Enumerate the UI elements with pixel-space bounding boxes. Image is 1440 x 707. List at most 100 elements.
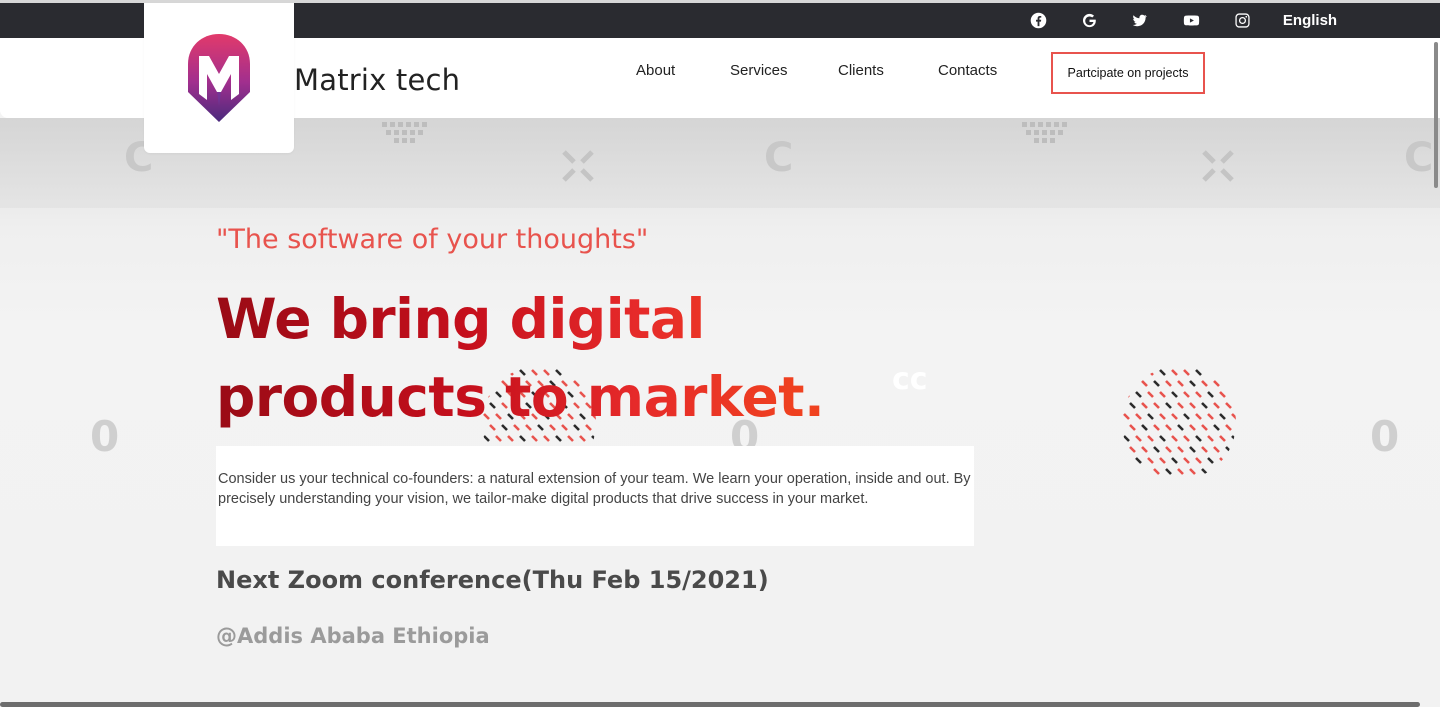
dash-mark bbox=[1183, 457, 1190, 464]
dash-mark bbox=[1135, 457, 1142, 464]
dash-mark bbox=[1165, 424, 1172, 431]
nav-services[interactable]: Services bbox=[730, 62, 788, 79]
dash-mark bbox=[1183, 369, 1190, 376]
horizontal-scrollbar[interactable] bbox=[0, 702, 1420, 707]
dash-mark bbox=[1195, 457, 1202, 464]
dash-mark bbox=[1207, 435, 1214, 442]
dash-mark bbox=[1153, 424, 1160, 431]
dash-mark bbox=[1177, 446, 1184, 453]
dash-mark bbox=[1123, 435, 1130, 442]
dash-mark bbox=[483, 435, 490, 442]
google-icon[interactable] bbox=[1074, 3, 1104, 38]
dash-mark bbox=[1201, 402, 1208, 409]
dash-mark bbox=[1147, 457, 1154, 464]
dash-mark bbox=[1213, 380, 1220, 387]
dash-mark bbox=[1171, 413, 1178, 420]
dash-mark bbox=[1189, 468, 1196, 475]
vertical-scrollbar[interactable] bbox=[1434, 42, 1438, 188]
brand-name[interactable]: Matrix tech bbox=[294, 63, 460, 97]
dash-mark bbox=[1165, 468, 1172, 475]
dash-mark bbox=[1207, 457, 1214, 464]
dash-mark bbox=[1129, 402, 1136, 409]
dash-mark bbox=[1123, 413, 1130, 420]
location-text: @Addis Ababa Ethiopia bbox=[216, 624, 490, 648]
dash-mark bbox=[1183, 435, 1190, 442]
dash-mark bbox=[1201, 446, 1208, 453]
dash-mark bbox=[1159, 413, 1166, 420]
dash-mark bbox=[1171, 457, 1178, 464]
dash-mark bbox=[1171, 435, 1178, 442]
dash-mark bbox=[1129, 424, 1136, 431]
dash-mark bbox=[1225, 402, 1232, 409]
ghost-pixel-triangle bbox=[380, 120, 430, 153]
nav-about[interactable]: About bbox=[636, 62, 675, 79]
dash-mark bbox=[1141, 424, 1148, 431]
dash-mark bbox=[1219, 435, 1226, 442]
dash-mark bbox=[1189, 402, 1196, 409]
nav-contacts[interactable]: Contacts bbox=[938, 62, 997, 79]
dash-mark bbox=[579, 435, 586, 442]
dotted-circle-decoration bbox=[1122, 366, 1236, 480]
ghost-x-icon bbox=[1200, 148, 1236, 189]
language-selector[interactable]: English bbox=[1270, 3, 1350, 38]
dash-mark bbox=[495, 435, 502, 442]
headline-line-2: products to market. bbox=[216, 365, 825, 429]
dash-mark bbox=[1189, 424, 1196, 431]
dash-mark bbox=[1141, 402, 1148, 409]
dash-mark bbox=[1219, 391, 1226, 398]
logo-card[interactable] bbox=[144, 3, 294, 153]
instagram-icon[interactable] bbox=[1227, 3, 1257, 38]
dash-mark bbox=[1159, 457, 1166, 464]
dash-mark bbox=[1171, 391, 1178, 398]
dash-mark bbox=[1195, 435, 1202, 442]
dash-mark bbox=[531, 435, 538, 442]
dash-mark bbox=[1135, 413, 1142, 420]
ghost-pixel-triangle bbox=[1020, 120, 1070, 153]
dash-mark bbox=[1147, 435, 1154, 442]
logo-icon bbox=[188, 34, 250, 122]
dash-mark bbox=[1219, 413, 1226, 420]
dash-mark bbox=[1135, 435, 1142, 442]
dash-mark bbox=[1159, 391, 1166, 398]
participate-button[interactable]: Partcipate on projects bbox=[1051, 52, 1205, 94]
dash-mark bbox=[1129, 446, 1136, 453]
dash-mark bbox=[1177, 424, 1184, 431]
dash-mark bbox=[1159, 369, 1166, 376]
dash-mark bbox=[543, 435, 550, 442]
dash-mark bbox=[1195, 413, 1202, 420]
nav-clients[interactable]: Clients bbox=[838, 62, 884, 79]
dash-mark bbox=[1201, 380, 1208, 387]
dash-mark bbox=[1225, 424, 1232, 431]
dash-mark bbox=[1165, 446, 1172, 453]
dash-mark bbox=[1183, 413, 1190, 420]
dash-mark bbox=[1183, 391, 1190, 398]
dash-mark bbox=[1135, 391, 1142, 398]
dash-mark bbox=[1201, 424, 1208, 431]
ghost-c-glyph: C bbox=[764, 135, 794, 181]
dash-mark bbox=[1165, 380, 1172, 387]
dash-mark bbox=[1195, 391, 1202, 398]
dash-mark bbox=[1141, 380, 1148, 387]
dash-mark bbox=[1213, 424, 1220, 431]
dash-mark bbox=[1213, 402, 1220, 409]
hero-quote: "The software of your thoughts" bbox=[216, 224, 649, 255]
youtube-icon[interactable] bbox=[1176, 3, 1206, 38]
hero-description: Consider us your technical co-founders: … bbox=[216, 446, 974, 546]
facebook-icon[interactable] bbox=[1023, 3, 1053, 38]
ghost-zero-glyph: 0 bbox=[90, 412, 120, 461]
twitter-icon[interactable] bbox=[1124, 3, 1154, 38]
dash-mark bbox=[1159, 435, 1166, 442]
page: C C C 0 0 0 cc bbox=[0, 0, 1440, 707]
dash-mark bbox=[1147, 413, 1154, 420]
dash-mark bbox=[1213, 446, 1220, 453]
dash-mark bbox=[1189, 446, 1196, 453]
dash-mark bbox=[1195, 369, 1202, 376]
ghost-x-icon bbox=[560, 148, 596, 189]
ghost-c-glyph: C bbox=[1404, 135, 1434, 181]
dash-mark bbox=[555, 435, 562, 442]
dash-mark bbox=[1165, 402, 1172, 409]
dash-mark bbox=[519, 435, 526, 442]
dash-mark bbox=[1153, 446, 1160, 453]
dash-mark bbox=[1207, 391, 1214, 398]
dash-mark bbox=[1231, 413, 1236, 420]
